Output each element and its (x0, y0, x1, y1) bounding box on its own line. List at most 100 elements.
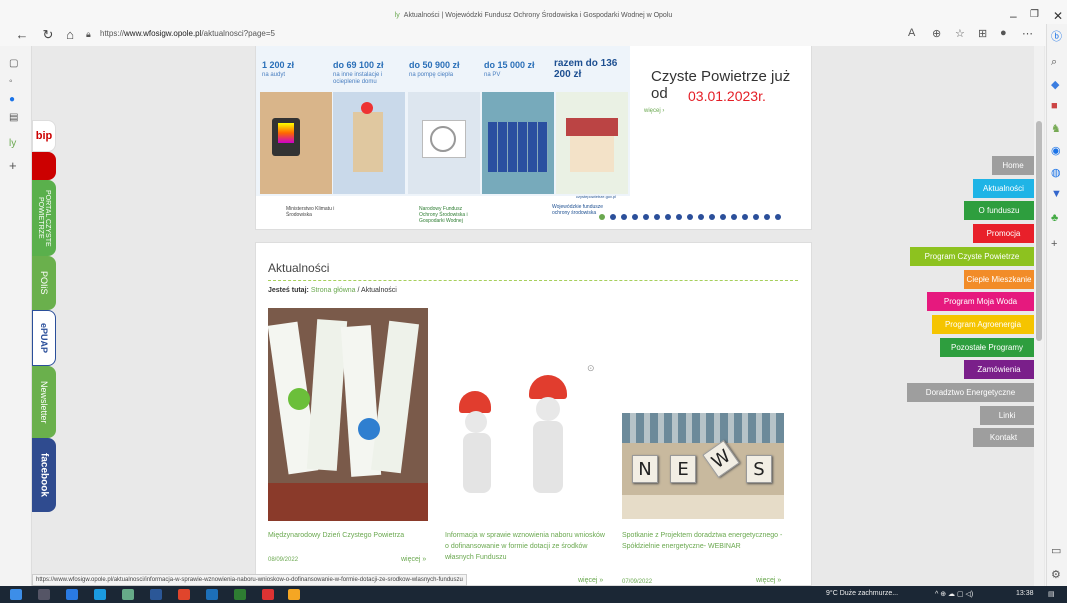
pinned-tab-icon[interactable]: ly (9, 138, 16, 149)
news-more-link[interactable]: więcej » (578, 577, 603, 584)
slider-dot[interactable] (599, 214, 605, 220)
bip-tab[interactable]: bip (32, 120, 56, 152)
start-icon[interactable] (10, 589, 22, 600)
news-image-air-day[interactable] (267, 308, 428, 521)
hide-sidebar-icon[interactable]: ▭ (1051, 544, 1061, 557)
news-section: Aktualności Jesteś tutaj: Strona główna … (255, 242, 812, 586)
slider-dot[interactable] (654, 214, 660, 220)
slider-dot[interactable] (709, 214, 715, 220)
games-icon[interactable]: ♞ (1051, 122, 1061, 135)
slider-dot[interactable] (731, 214, 737, 220)
office-icon[interactable]: ◉ (1051, 144, 1061, 157)
page-scrollbar[interactable] (1034, 46, 1044, 586)
slider-dot[interactable] (742, 214, 748, 220)
reload-icon[interactable]: ↻ (40, 27, 56, 43)
maximize-icon[interactable]: ❐ (1030, 9, 1039, 20)
add-sidebar-icon[interactable]: + (1051, 238, 1057, 250)
bing-icon[interactable]: ⓑ (1051, 28, 1062, 44)
collections-icon[interactable]: ⊞ (978, 27, 987, 40)
slider-dot[interactable] (687, 214, 693, 220)
close-icon[interactable]: ✕ (1053, 9, 1063, 23)
menu-item[interactable]: Promocja (973, 224, 1034, 244)
search-small-icon[interactable]: ◦ (9, 76, 13, 87)
tree-icon[interactable]: ♣ (1051, 212, 1058, 224)
search-icon[interactable]: ⌕ (1051, 56, 1057, 69)
chrome-icon[interactable] (178, 589, 190, 600)
taskbar-app-icon[interactable] (206, 589, 218, 600)
menu-item[interactable]: Program Czyste Powietrze (910, 246, 1034, 266)
facebook-tab[interactable]: facebook (32, 438, 56, 512)
profile-icon[interactable]: ● (1000, 27, 1007, 39)
breadcrumb-home-link[interactable]: Strona główna (311, 287, 356, 294)
banner-more-link[interactable]: więcej › (644, 108, 664, 114)
warning-app-icon[interactable] (288, 589, 300, 600)
menu-item[interactable]: Ciepłe Mieszkanie (964, 269, 1034, 289)
portal-czyste-powietrze-tab[interactable]: PORTAL CZYSTE POWIETRZE (32, 180, 56, 256)
clock[interactable]: 13:38 (1016, 590, 1034, 597)
pinned-tab-icon[interactable]: ▤ (9, 112, 18, 123)
settings-icon[interactable]: ⚙ (1051, 568, 1061, 581)
notifications-icon[interactable]: ▤ (1048, 590, 1055, 598)
amount-value: do 15 000 zł (484, 60, 535, 70)
news-image-news[interactable]: NEWS (622, 413, 784, 519)
more-icon[interactable]: ⋯ (1022, 27, 1033, 40)
taskbar-app-icon[interactable] (234, 589, 246, 600)
scrollbar-thumb[interactable] (1036, 121, 1042, 341)
taskbar-app-icon[interactable] (262, 589, 274, 600)
menu-item[interactable]: Zamówienia (964, 360, 1034, 380)
menu-item[interactable]: Home (992, 156, 1034, 175)
menu-item[interactable]: Linki (980, 405, 1034, 425)
apps-icon[interactable]: ⊕ (932, 27, 941, 40)
slider-dot[interactable] (610, 214, 616, 220)
taskbar-app-icon[interactable] (150, 589, 162, 600)
slider-dot[interactable] (753, 214, 759, 220)
menu-item[interactable]: O funduszu (964, 201, 1034, 221)
read-aloud-icon[interactable]: A (908, 27, 915, 39)
favorites-icon[interactable]: ☆ (955, 27, 965, 40)
news-title-link[interactable]: Międzynarodowy Dzień Czystego Powietrza (268, 530, 428, 541)
taskbar-app-icon[interactable] (122, 589, 134, 600)
menu-item[interactable]: Program Agroenergia (932, 314, 1034, 334)
add-tab-icon[interactable]: + (9, 158, 17, 173)
menu-item[interactable]: Doradztwo Energetyczne (907, 383, 1034, 402)
edge-icon[interactable] (94, 589, 106, 600)
pinned-tab-icon[interactable]: ● (9, 94, 15, 105)
slider-dot[interactable] (720, 214, 726, 220)
newsletter-tab[interactable]: Newsletter (32, 366, 56, 438)
slider-dot[interactable] (665, 214, 671, 220)
menu-item[interactable]: Kontakt (973, 428, 1034, 448)
slider-dot[interactable] (643, 214, 649, 220)
outlook-icon[interactable]: ◍ (1051, 166, 1061, 179)
slider-dot[interactable] (775, 214, 781, 220)
poiis-tab[interactable]: POIiS (32, 256, 56, 310)
news-title-link[interactable]: Spotkanie z Projektem doradztwa energety… (622, 530, 792, 552)
expand-icon[interactable]: ⊙ (587, 363, 595, 374)
banner-slider[interactable]: 1 200 zł na audyt do 69 100 zł na inne i… (255, 46, 812, 230)
shopping-icon[interactable]: ◆ (1051, 78, 1059, 91)
epuap-tab[interactable]: ePUAP (32, 310, 56, 366)
slider-dot[interactable] (632, 214, 638, 220)
drop-icon[interactable]: ▼ (1051, 188, 1062, 200)
audit-thermal-camera-image (260, 92, 332, 194)
menu-item[interactable]: Aktualności (973, 178, 1034, 198)
tab-actions-icon[interactable]: ▢ (9, 58, 18, 69)
news-image-workers[interactable]: ⊙ (441, 363, 601, 523)
back-icon[interactable]: ← (14, 27, 30, 42)
slider-dot[interactable] (676, 214, 682, 220)
menu-item[interactable]: Pozostałe Programy (940, 337, 1034, 357)
news-more-link[interactable]: więcej » (756, 577, 781, 584)
task-view-icon[interactable] (38, 589, 50, 600)
weather-widget[interactable]: 9°C Duże zachmurze... (826, 590, 898, 597)
taskbar-app-icon[interactable] (66, 589, 78, 600)
slider-dot[interactable] (698, 214, 704, 220)
home-icon[interactable]: ⌂ (62, 27, 78, 42)
news-title-link[interactable]: Informacja w sprawie wznowienia naboru w… (445, 530, 605, 563)
slider-dot[interactable] (621, 214, 627, 220)
news-more-link[interactable]: więcej » (401, 556, 426, 563)
slider-dot[interactable] (764, 214, 770, 220)
system-tray-icons[interactable]: ^ ⊕ ☁ ▢ ◁) (935, 590, 973, 598)
minimize-icon[interactable]: – (1010, 9, 1017, 23)
tools-icon[interactable]: ■ (1051, 100, 1058, 112)
menu-item[interactable]: Program Moja Woda (927, 292, 1034, 312)
url-field[interactable]: https://www.wfosigw.opole.pl/aktualnosci… (100, 29, 275, 38)
